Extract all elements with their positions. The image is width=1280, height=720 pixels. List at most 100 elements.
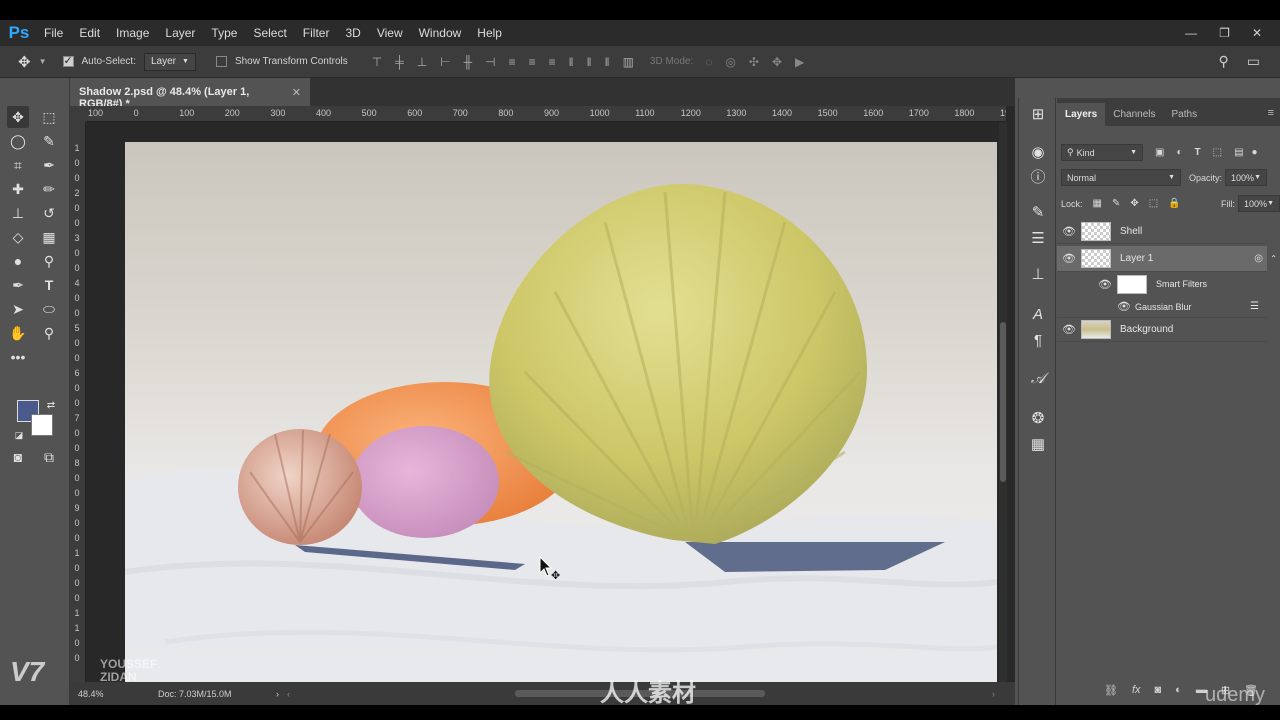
menu-layer[interactable]: Layer [157, 26, 203, 40]
tab-paths[interactable]: Paths [1164, 103, 1206, 126]
show-transform-checkbox[interactable] [215, 56, 227, 67]
menu-image[interactable]: Image [108, 26, 157, 40]
move-tool-icon[interactable]: ✥ [7, 106, 29, 128]
align-top-icon[interactable]: ⊤ [372, 55, 382, 69]
align-right-icon[interactable]: ⊣ [485, 55, 495, 69]
document-tab[interactable]: Shadow 2.psd @ 48.4% (Layer 1, RGB/8#) *… [70, 78, 310, 110]
visibility-eye-icon[interactable]: 👁 [1097, 278, 1113, 291]
menu-3d[interactable]: 3D [337, 26, 368, 40]
brush-tool-icon[interactable]: ✏ [38, 178, 60, 200]
auto-select-checkbox[interactable] [62, 54, 74, 67]
blend-mode-dropdown[interactable]: Normal ▼ [1061, 169, 1181, 186]
distribute-top-icon[interactable]: ≡ [509, 55, 516, 69]
collapse-arrow-icon[interactable]: ⌃ [1270, 254, 1277, 263]
grid-panel-icon[interactable]: ▦ [1028, 434, 1048, 454]
adjustment-filter-icon[interactable]: ◐ [1176, 147, 1182, 158]
quick-mask-icon[interactable]: ◙ [7, 446, 29, 468]
3d-panel-icon[interactable]: ❂ [1028, 408, 1048, 428]
zoom-level[interactable]: 48.4% [78, 689, 158, 699]
visibility-eye-icon[interactable]: 👁 [1117, 300, 1131, 313]
filter-toggle-icon[interactable]: ● [1252, 147, 1258, 158]
align-hcenter-icon[interactable]: ╫ [464, 55, 473, 69]
roll-3d-icon[interactable]: ◎ [725, 55, 735, 69]
marquee-tool-icon[interactable]: ⬚ [38, 106, 60, 128]
clone-source-panel-icon[interactable]: ⊥ [1028, 264, 1048, 284]
more-tools-icon[interactable]: ••• [7, 346, 29, 368]
scroll-right-icon[interactable]: › [992, 689, 995, 699]
align-vcenter-icon[interactable]: ╪ [395, 55, 404, 69]
menu-file[interactable]: File [36, 26, 71, 40]
lock-transparent-icon[interactable]: ▦ [1093, 198, 1102, 209]
type-filter-icon[interactable]: T [1195, 147, 1201, 158]
filter-blending-options-icon[interactable]: ☰ [1250, 301, 1259, 312]
distribute-vcenter-icon[interactable]: ≡ [529, 55, 536, 69]
lock-all-icon[interactable]: 🔒 [1168, 198, 1180, 209]
menu-select[interactable]: Select [245, 26, 294, 40]
properties-panel-icon[interactable]: ◉ [1028, 142, 1048, 162]
default-colors-icon[interactable]: ◪ [8, 424, 30, 446]
pan-3d-icon[interactable]: ✣ [749, 55, 759, 69]
eraser-tool-icon[interactable]: ◇ [7, 226, 29, 248]
link-layers-icon[interactable]: ⛓ [1104, 684, 1118, 697]
minimize-icon[interactable]: — [1185, 26, 1197, 40]
shape-filter-icon[interactable]: ⬚ [1213, 147, 1222, 158]
opacity-input[interactable]: 100% ▼ [1225, 169, 1268, 186]
close-icon[interactable]: ✕ [1252, 26, 1262, 40]
restore-icon[interactable]: ❐ [1219, 26, 1230, 40]
smart-filters-row[interactable]: 👁 Smart Filters [1057, 272, 1267, 296]
adjustments-panel-icon[interactable]: ☰ [1028, 228, 1048, 248]
slide-3d-icon[interactable]: ✥ [772, 55, 782, 69]
hand-tool-icon[interactable]: ✋ [7, 322, 29, 344]
screen-mode-icon[interactable]: ⧉ [38, 446, 60, 468]
scroll-left-icon[interactable]: ‹ [287, 689, 290, 699]
brush-panel-icon[interactable]: ✎ [1028, 202, 1048, 222]
visibility-eye-icon[interactable]: 👁 [1057, 323, 1081, 336]
distribute-bottom-icon[interactable]: ≡ [549, 55, 556, 69]
menu-help[interactable]: Help [469, 26, 510, 40]
vertical-scrollbar[interactable] [999, 122, 1007, 682]
move-tool-preset-icon[interactable]: ✥ [18, 53, 31, 71]
kind-filter-dropdown[interactable]: ⚲ Kind ▼ [1061, 144, 1143, 161]
gaussian-blur-row[interactable]: 👁 Gaussian Blur ☰ [1057, 296, 1267, 318]
vertical-scroll-thumb[interactable] [1000, 322, 1006, 482]
close-tab-icon[interactable]: ✕ [292, 86, 301, 99]
visibility-eye-icon[interactable]: 👁 [1057, 225, 1081, 238]
chevron-down-icon[interactable]: ▼ [39, 57, 47, 66]
menu-window[interactable]: Window [411, 26, 470, 40]
search-icon[interactable]: ⚲ [1219, 53, 1229, 70]
tab-channels[interactable]: Channels [1105, 103, 1163, 126]
swap-colors-icon[interactable]: ⇄ [40, 394, 62, 416]
healing-brush-tool-icon[interactable]: ✚ [7, 178, 29, 200]
menu-edit[interactable]: Edit [71, 26, 108, 40]
orbit-3d-icon[interactable]: ◌ [705, 55, 712, 69]
horizontal-ruler[interactable]: 100 0 100 200 300 400 500 600 700 800 900 1000 1100 1… [86, 106, 1006, 122]
align-bottom-icon[interactable]: ⊥ [417, 55, 427, 69]
visibility-eye-icon[interactable]: 👁 [1057, 252, 1081, 265]
paragraph-panel-icon[interactable]: ¶ [1028, 330, 1048, 350]
lock-artboard-icon[interactable]: ⬚ [1149, 198, 1158, 209]
background-color-swatch[interactable] [31, 414, 53, 436]
history-brush-tool-icon[interactable]: ↺ [38, 202, 60, 224]
layer-row-background[interactable]: 👁 Background [1057, 318, 1267, 342]
distribute-hcenter-icon[interactable]: ‖ [587, 55, 592, 69]
menu-view[interactable]: View [369, 26, 411, 40]
auto-select-target-dropdown[interactable]: Layer ▼ [143, 52, 196, 71]
layer-row-layer-1[interactable]: 👁 Layer 1 ◎ ⌃ [1057, 246, 1277, 272]
pen-tool-icon[interactable]: ✒ [7, 274, 29, 296]
add-mask-icon[interactable]: ◙ [1155, 684, 1162, 696]
smart-object-filter-icon[interactable]: ▤ [1234, 147, 1243, 158]
smart-filter-mask-thumbnail[interactable] [1117, 274, 1147, 294]
blur-tool-icon[interactable]: ● [7, 250, 29, 272]
adjustment-layer-icon[interactable]: ◐ [1175, 684, 1182, 696]
crop-tool-icon[interactable]: ⌗ [7, 154, 29, 176]
history-panel-icon[interactable]: ⊞ [1028, 104, 1048, 124]
lasso-tool-icon[interactable]: ◯ [7, 130, 29, 152]
pixel-filter-icon[interactable]: ▣ [1155, 147, 1164, 158]
character-panel-icon[interactable]: A [1028, 304, 1048, 324]
image-canvas[interactable]: ✥ [125, 142, 997, 700]
gradient-tool-icon[interactable]: ▦ [38, 226, 60, 248]
scale-3d-icon[interactable]: ▶ [795, 55, 804, 69]
menu-filter[interactable]: Filter [295, 26, 338, 40]
layer-row-shell[interactable]: 👁 Shell [1057, 220, 1267, 244]
distribute-left-icon[interactable]: ‖ [569, 55, 574, 69]
